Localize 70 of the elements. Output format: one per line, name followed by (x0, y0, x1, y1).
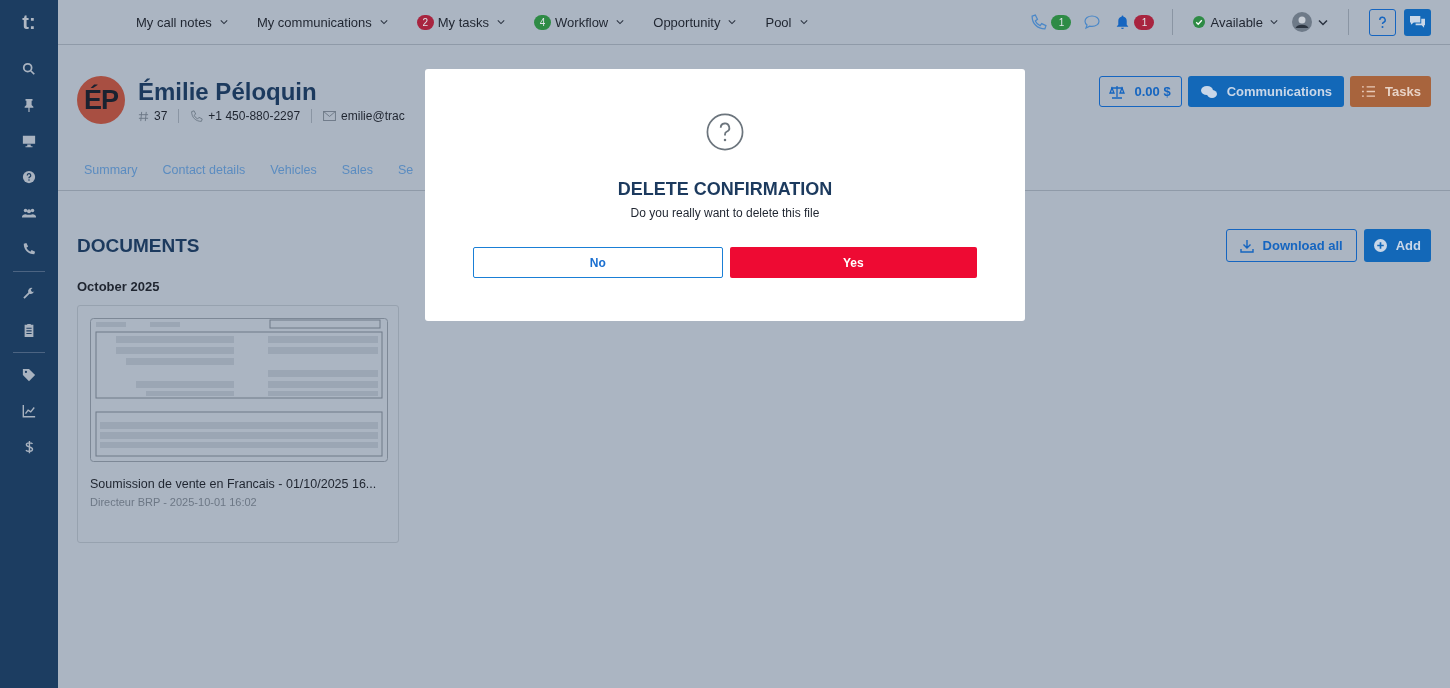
nav-menu[interactable]: 4 Workflow (534, 14, 625, 30)
avatar-icon (1292, 12, 1312, 32)
contact-avatar: ÉP (77, 76, 125, 124)
question-icon (706, 113, 744, 151)
monitor-icon[interactable] (22, 134, 36, 148)
download-icon (1239, 238, 1254, 253)
chevron-icon (379, 19, 388, 25)
tag-icon[interactable] (22, 368, 36, 382)
no-button[interactable]: No (473, 247, 723, 278)
nav-menu[interactable]: 2 My tasks (416, 14, 506, 30)
phone-icon (190, 109, 204, 123)
chevron-icon (1270, 19, 1278, 25)
clipboard-icon[interactable] (22, 323, 36, 337)
nav-menu[interactable]: Pool (765, 14, 808, 30)
chevron-icon (219, 19, 228, 25)
chat-icon (1409, 14, 1426, 30)
contact-email: emilie@trac (341, 109, 405, 123)
bell-icon (1115, 14, 1131, 30)
pin-icon[interactable] (22, 98, 36, 112)
document-card[interactable]: Soumission de vente en Francais - 01/10/2025 16... Directeur BRP - 2025-10-01 16:02 (77, 305, 399, 543)
add-button[interactable]: Add (1363, 229, 1431, 262)
contact-name: Émilie Péloquin (138, 78, 318, 106)
yes-button[interactable]: Yes (729, 247, 977, 278)
contact-phone: +1 450-880-2297 (208, 109, 301, 123)
scale-icon (1109, 84, 1126, 99)
chat-icon (1199, 84, 1218, 99)
nav-menu[interactable]: Opportunity (653, 14, 737, 30)
chart-icon[interactable] (22, 404, 36, 418)
dollar-icon[interactable] (22, 440, 36, 454)
chevron-icon (1318, 18, 1328, 26)
phone-icon[interactable] (22, 242, 36, 256)
dialog-title: DELETE CONFIRMATION (617, 179, 833, 200)
phone-button[interactable]: 1 (1030, 13, 1070, 31)
bell-button[interactable]: 1 (1115, 14, 1153, 30)
people-icon[interactable] (22, 206, 36, 220)
document-meta: Directeur BRP - 2025-10-01 16:02 (90, 496, 258, 508)
count-badge: 4 (534, 14, 552, 30)
count-badge: 1 (1134, 14, 1155, 30)
chevron-icon (497, 19, 506, 25)
chevron-icon (728, 19, 737, 25)
communications-button[interactable]: Communications (1187, 76, 1345, 107)
plus-circle-icon (1373, 239, 1387, 252)
logo[interactable]: t: (22, 0, 36, 45)
document-title: Soumission de vente en Francais - 01/10/2025 16... (90, 477, 378, 491)
messages-button[interactable] (1404, 8, 1431, 36)
dialog-message: Do you really want to delete this file (630, 206, 820, 220)
count-badge: 2 (416, 14, 434, 30)
help-icon (1378, 15, 1387, 29)
status-dropdown[interactable]: Available (1193, 14, 1278, 30)
help-icon[interactable] (22, 170, 36, 184)
chat-icon (1083, 14, 1102, 30)
tasks-button[interactable]: Tasks (1350, 76, 1431, 107)
chevron-icon (616, 19, 625, 25)
hash-icon (138, 110, 149, 122)
contact-number: 37 (154, 109, 168, 123)
help-button[interactable] (1369, 8, 1396, 36)
search-icon[interactable] (22, 62, 36, 76)
nav-menu[interactable]: My call notes (136, 14, 228, 30)
mail-icon (323, 111, 337, 121)
list-icon (1361, 85, 1377, 98)
phone-icon (1030, 13, 1048, 31)
section-title: DOCUMENTS (77, 234, 200, 257)
nav-menu[interactable]: My communications (256, 14, 388, 30)
count-badge: 1 (1051, 14, 1072, 30)
balance-button[interactable]: 0.00 $ (1099, 76, 1182, 107)
user-menu[interactable] (1292, 12, 1328, 32)
group-title: October 2025 (77, 279, 161, 294)
chevron-icon (799, 19, 808, 25)
download-button[interactable]: Download all (1225, 229, 1357, 262)
wrench-icon[interactable] (22, 287, 36, 301)
